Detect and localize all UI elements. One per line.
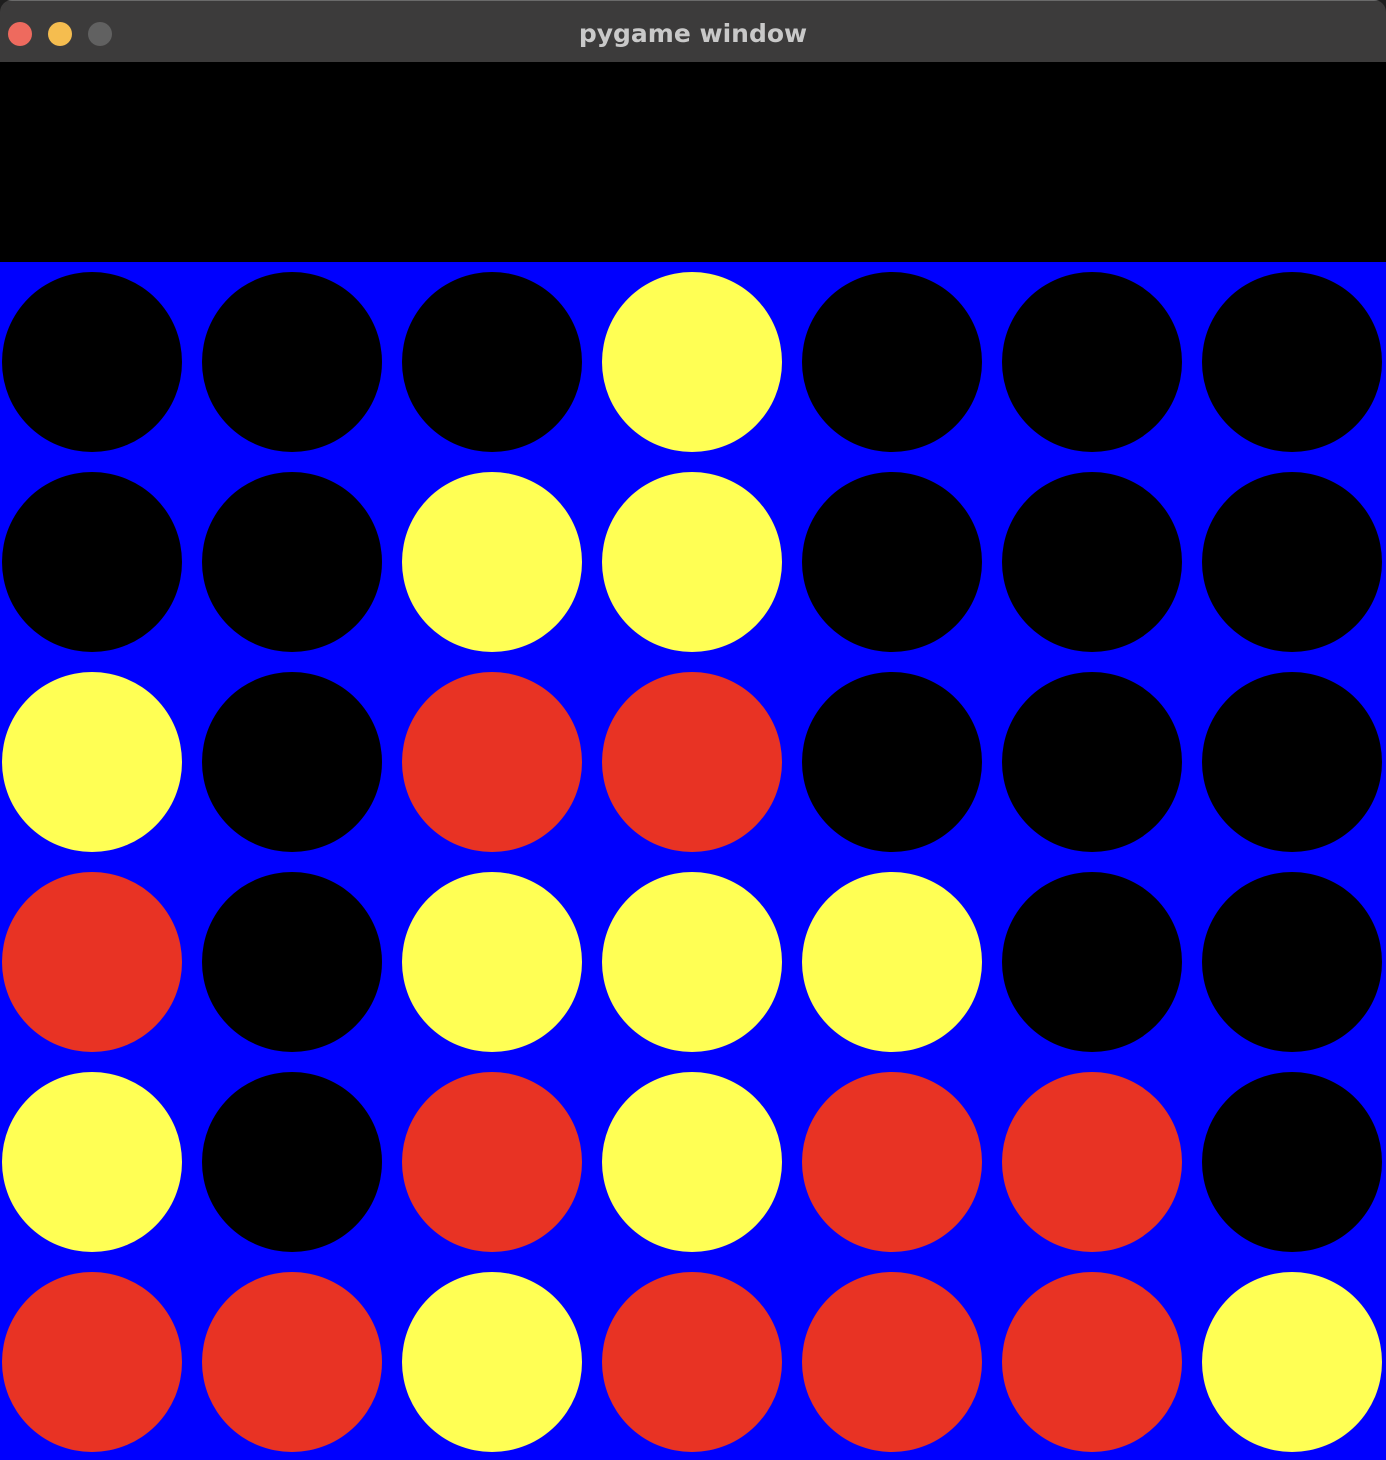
yellow-disc bbox=[602, 1072, 782, 1252]
window-title: pygame window bbox=[578, 19, 808, 48]
empty-slot bbox=[2, 472, 182, 652]
red-disc bbox=[1002, 1272, 1182, 1452]
yellow-disc bbox=[802, 872, 982, 1052]
yellow-disc bbox=[602, 872, 782, 1052]
yellow-disc bbox=[402, 472, 582, 652]
empty-slot bbox=[802, 472, 982, 652]
empty-slot bbox=[1002, 872, 1182, 1052]
red-disc bbox=[802, 1072, 982, 1252]
red-disc bbox=[202, 1272, 382, 1452]
empty-slot bbox=[1002, 272, 1182, 452]
red-disc bbox=[2, 872, 182, 1052]
empty-slot bbox=[202, 672, 382, 852]
empty-slot bbox=[1202, 872, 1382, 1052]
empty-slot bbox=[1002, 472, 1182, 652]
empty-slot bbox=[402, 272, 582, 452]
pygame-window: pygame window bbox=[0, 0, 1386, 1460]
yellow-disc bbox=[402, 1272, 582, 1452]
empty-slot bbox=[202, 472, 382, 652]
empty-slot bbox=[1202, 1072, 1382, 1252]
red-disc bbox=[802, 1272, 982, 1452]
empty-slot bbox=[1202, 272, 1382, 452]
empty-slot bbox=[202, 1072, 382, 1252]
red-disc bbox=[602, 672, 782, 852]
yellow-disc bbox=[402, 872, 582, 1052]
drop-zone[interactable] bbox=[0, 62, 1386, 262]
game-board[interactable] bbox=[0, 262, 1386, 1460]
empty-slot bbox=[2, 272, 182, 452]
empty-slot bbox=[802, 672, 982, 852]
red-disc bbox=[1002, 1072, 1182, 1252]
empty-slot bbox=[802, 272, 982, 452]
yellow-disc bbox=[2, 1072, 182, 1252]
title-bar[interactable]: pygame window bbox=[0, 0, 1386, 62]
yellow-disc bbox=[1202, 1272, 1382, 1452]
red-disc bbox=[2, 1272, 182, 1452]
empty-slot bbox=[1002, 672, 1182, 852]
red-disc bbox=[402, 672, 582, 852]
empty-slot bbox=[202, 272, 382, 452]
red-disc bbox=[602, 1272, 782, 1452]
red-disc bbox=[402, 1072, 582, 1252]
yellow-disc bbox=[2, 672, 182, 852]
empty-slot bbox=[1202, 672, 1382, 852]
empty-slot bbox=[202, 872, 382, 1052]
empty-slot bbox=[1202, 472, 1382, 652]
yellow-disc bbox=[602, 472, 782, 652]
yellow-disc bbox=[602, 272, 782, 452]
